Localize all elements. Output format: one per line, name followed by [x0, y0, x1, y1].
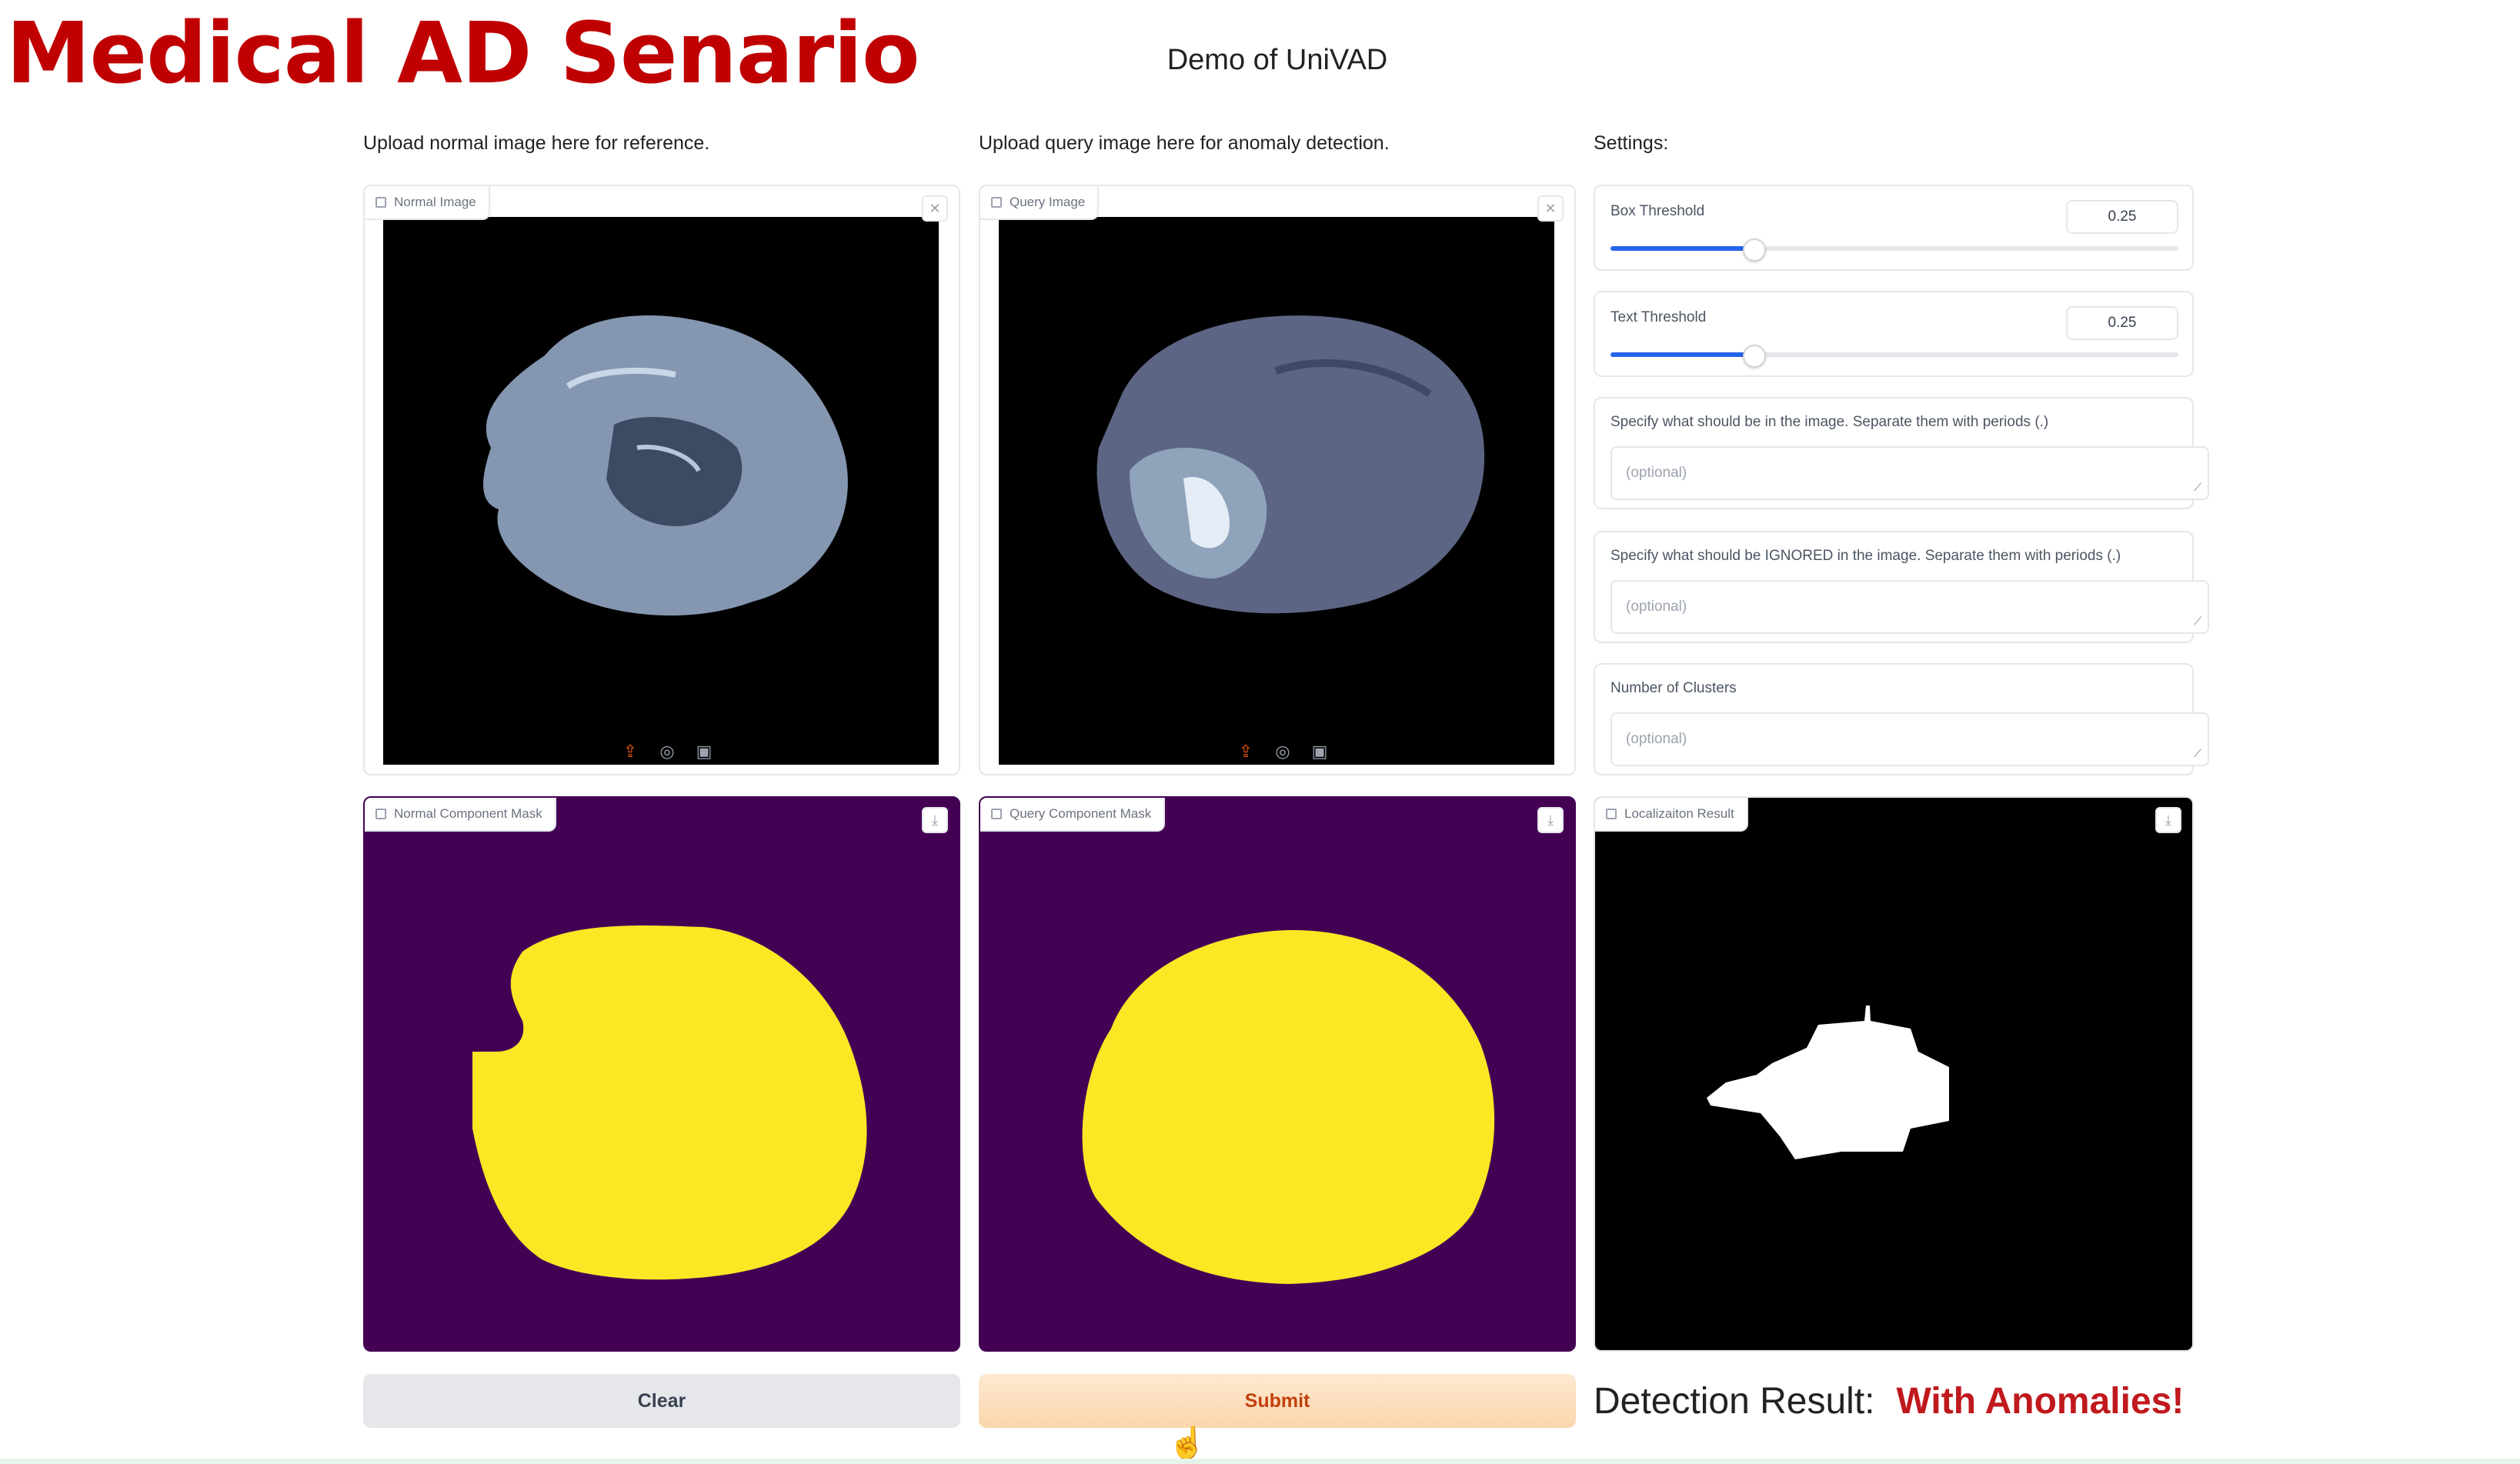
close-icon[interactable]: ✕ [922, 195, 948, 222]
query-image-toolbar: ⇪ ◎ ▣ [1236, 742, 1330, 762]
query-mask-tag: Query Component Mask [980, 798, 1166, 832]
detection-result: Detection Result: With Anomalies! [1594, 1374, 2184, 1428]
upload-icon[interactable]: ⇪ [620, 742, 640, 762]
detection-result-value: With Anomalies! [1896, 1380, 2185, 1422]
query-image-label: Query Image [1010, 195, 1086, 209]
clusters-block: Number of Clusters (optional) ⟋ [1594, 663, 2209, 775]
ignore-prompt-block: Specify what should be IGNORED in the im… [1594, 531, 2209, 643]
image-icon [375, 197, 386, 208]
box-threshold-slider[interactable] [1610, 238, 2178, 262]
box-threshold-block: Box Threshold 0.25 [1594, 185, 2194, 271]
upload-icon[interactable]: ⇪ [1236, 742, 1256, 762]
image-icon [1606, 809, 1617, 819]
normal-mask-panel: Normal Component Mask ⤓ [363, 796, 960, 1352]
settings-label: Settings: [1594, 132, 1669, 154]
box-threshold-fill [1610, 246, 1753, 251]
image-icon [991, 809, 1002, 819]
text-threshold-input[interactable]: 0.25 [2066, 306, 2178, 340]
ignore-prompt-label: Specify what should be IGNORED in the im… [1610, 548, 2121, 564]
query-mask-panel: Query Component Mask ⤓ [979, 796, 1576, 1352]
text-threshold-fill [1610, 352, 1753, 357]
clusters-label: Number of Clusters [1610, 680, 1737, 696]
localization-tag: Localizaiton Result [1595, 798, 1748, 832]
clear-button[interactable]: Clear [363, 1374, 960, 1428]
normal-image-toolbar: ⇪ ◎ ▣ [620, 742, 714, 762]
image-icon [991, 197, 1002, 208]
query-image [999, 217, 1554, 765]
query-image-panel[interactable]: Query Image ✕ ⇪ ◎ ▣ [979, 185, 1576, 775]
text-threshold-thumb[interactable] [1742, 345, 1766, 368]
normal-image-panel[interactable]: Normal Image ✕ ⇪ ◎ ▣ [363, 185, 960, 775]
clipboard-icon[interactable]: ▣ [1310, 742, 1330, 762]
normal-mask-image [472, 925, 867, 1280]
normal-image-label: Normal Image [394, 195, 476, 209]
clusters-input[interactable]: (optional) ⟋ [1610, 712, 2209, 766]
detection-result-label: Detection Result: [1594, 1380, 1875, 1422]
box-threshold-label: Box Threshold [1610, 203, 1705, 219]
query-image-tag: Query Image [980, 186, 1100, 220]
resize-icon[interactable]: ⟋ [2194, 747, 2201, 760]
ignore-prompt-input[interactable]: (optional) ⟋ [1610, 580, 2209, 634]
normal-image-tag: Normal Image [365, 186, 490, 220]
localization-panel: Localizaiton Result ⤓ [1594, 796, 2194, 1352]
localization-image [1707, 1005, 1949, 1159]
webcam-icon[interactable]: ◎ [657, 742, 677, 762]
clusters-placeholder: (optional) [1626, 731, 1687, 747]
webcam-icon[interactable]: ◎ [1273, 742, 1293, 762]
text-threshold-label: Text Threshold [1610, 309, 1707, 325]
download-icon[interactable]: ⤓ [922, 807, 948, 833]
query-mask-image [1082, 929, 1495, 1284]
resize-icon[interactable]: ⟋ [2194, 481, 2201, 494]
bottom-edge [0, 1459, 2520, 1464]
download-icon[interactable]: ⤓ [2155, 807, 2181, 833]
app-title: Demo of UniVAD [1167, 44, 1388, 76]
clipboard-icon[interactable]: ▣ [694, 742, 714, 762]
normal-image [383, 217, 939, 765]
include-prompt-block: Specify what should be in the image. Sep… [1594, 397, 2209, 509]
localization-label: Localizaiton Result [1624, 806, 1734, 821]
text-threshold-block: Text Threshold 0.25 [1594, 291, 2194, 377]
submit-button[interactable]: Submit [979, 1374, 1576, 1428]
box-threshold-input[interactable]: 0.25 [2066, 200, 2178, 234]
close-icon[interactable]: ✕ [1537, 195, 1564, 222]
normal-mask-label: Normal Component Mask [394, 806, 542, 821]
include-prompt-label: Specify what should be in the image. Sep… [1610, 414, 2049, 430]
box-threshold-thumb[interactable] [1742, 238, 1766, 262]
include-prompt-input[interactable]: (optional) ⟋ [1610, 446, 2209, 500]
include-prompt-placeholder: (optional) [1626, 465, 1687, 481]
download-icon[interactable]: ⤓ [1537, 807, 1564, 833]
overlay-title: Medical AD Senario [6, 4, 920, 102]
resize-icon[interactable]: ⟋ [2194, 615, 2201, 628]
text-threshold-slider[interactable] [1610, 345, 2178, 368]
query-column-label: Upload query image here for anomaly dete… [979, 132, 1390, 154]
normal-column-label: Upload normal image here for reference. [363, 132, 710, 154]
cursor-icon: ☝ [1168, 1426, 1207, 1460]
query-mask-label: Query Component Mask [1010, 806, 1152, 821]
normal-mask-tag: Normal Component Mask [365, 798, 556, 832]
image-icon [375, 809, 386, 819]
ignore-prompt-placeholder: (optional) [1626, 599, 1687, 615]
